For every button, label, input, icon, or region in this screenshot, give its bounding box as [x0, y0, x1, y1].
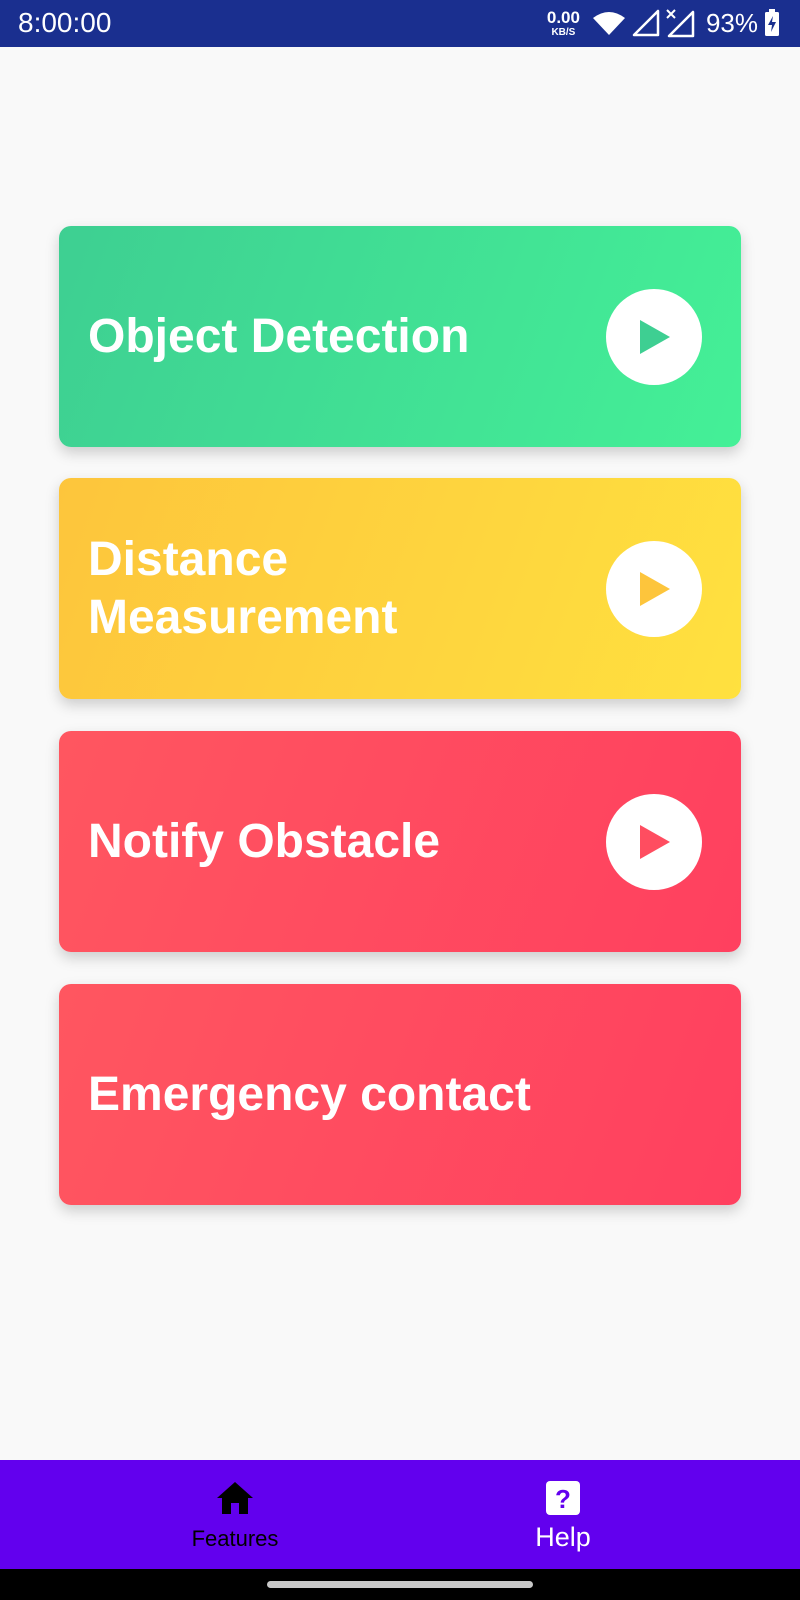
play-icon	[640, 824, 670, 859]
status-bar: 8:00:00 0.00 KB/S 93%	[0, 0, 800, 47]
signal-icon	[632, 9, 660, 37]
wifi-icon	[592, 10, 626, 36]
card-title: Object Detection	[88, 309, 470, 363]
home-gesture-handle[interactable]	[267, 1581, 533, 1588]
card-title: Distance Measurement	[88, 532, 398, 644]
help-icon: ?	[545, 1478, 581, 1518]
system-navigation-bar	[0, 1569, 800, 1600]
nav-item-help[interactable]: ? Help	[363, 1460, 763, 1569]
status-icons: 0.00 KB/S 93%	[547, 5, 786, 41]
network-speed-value: 0.00	[546, 7, 580, 27]
card-title: Notify Obstacle	[88, 814, 441, 868]
play-icon	[640, 319, 670, 354]
bottom-navigation: Features ? Help	[0, 1460, 800, 1569]
network-speed-unit: KB/S	[551, 26, 576, 38]
signal-no-service-icon	[666, 8, 696, 38]
play-button[interactable]	[606, 288, 702, 385]
notify-obstacle-card[interactable]: Notify Obstacle	[59, 731, 741, 952]
home-icon	[216, 1478, 254, 1518]
object-detection-card[interactable]: Object Detection	[59, 226, 741, 447]
network-speed: 0.00 KB/S	[547, 9, 580, 38]
svg-text:?: ?	[555, 1484, 571, 1514]
card-title: Emergency contact	[88, 1067, 531, 1121]
distance-measurement-card[interactable]: Distance Measurement	[59, 478, 741, 699]
play-button[interactable]	[606, 793, 702, 890]
battery-percent: 93%	[705, 7, 758, 38]
battery-charging-icon	[764, 9, 780, 37]
nav-label-features: Features	[191, 1526, 279, 1551]
status-time: 8:00:00	[18, 7, 112, 38]
nav-label-help: Help	[535, 1522, 591, 1552]
play-button[interactable]	[606, 540, 702, 637]
play-icon	[640, 571, 670, 606]
emergency-contact-card[interactable]: Emergency contact	[59, 984, 741, 1205]
